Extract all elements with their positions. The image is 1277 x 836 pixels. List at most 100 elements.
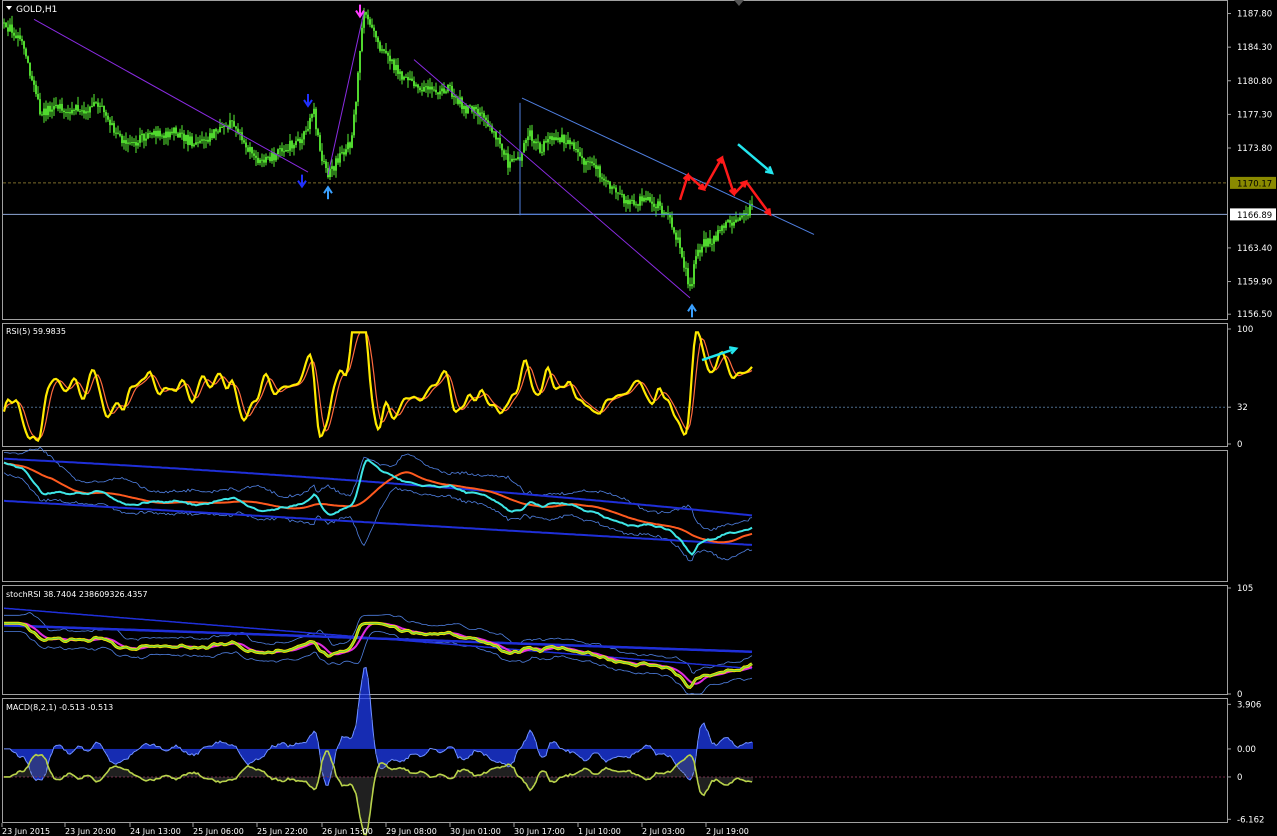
candle-body (151, 132, 153, 135)
candle-body (301, 139, 303, 144)
stochrsi-title: stochRSI 38.7404 238609326.4357 (6, 590, 148, 599)
candle-body (121, 135, 123, 144)
macd-y-label: 0 (1237, 773, 1242, 783)
candle-body (261, 159, 263, 161)
candle-body (199, 140, 201, 143)
candle-body (611, 186, 613, 189)
candle-body (645, 197, 647, 201)
candle-body (67, 112, 69, 114)
candle-body (533, 140, 535, 144)
candle-body (635, 204, 637, 206)
price-tag-label: 1166.89 (1237, 211, 1272, 221)
candle-body (163, 135, 165, 138)
candle-body (283, 151, 285, 153)
candle-body (725, 221, 727, 228)
candle-body (621, 193, 623, 195)
candle-body (629, 200, 631, 205)
candle-body (627, 200, 629, 205)
y-tick-label: 1177.30 (1237, 110, 1272, 120)
candle-body (267, 156, 269, 158)
candle-body (313, 108, 315, 115)
candle-body (565, 143, 567, 145)
candle-body (543, 141, 545, 152)
candle-body (175, 127, 177, 134)
candle-body (731, 222, 733, 226)
candle-body (323, 161, 325, 163)
candle-body (431, 86, 433, 90)
candle-body (583, 158, 585, 165)
candle-body (525, 140, 527, 144)
candle-body (357, 72, 359, 102)
x-tick-label: 25 Jun 06:00 (193, 827, 244, 836)
candle-body (269, 156, 271, 162)
candle-body (639, 196, 641, 206)
candle-body (315, 108, 317, 130)
candle-body (597, 166, 599, 169)
candle-body (93, 102, 95, 106)
candle-body (391, 59, 393, 62)
candle-body (395, 65, 397, 71)
candle-body (95, 102, 97, 104)
candle-body (481, 112, 483, 114)
candle-body (601, 177, 603, 179)
candle-body (589, 161, 591, 163)
candle-body (381, 49, 383, 51)
candle-body (49, 105, 51, 112)
candle-body (149, 132, 151, 134)
candle-body (699, 249, 701, 253)
candle-body (271, 152, 273, 162)
candle-body (279, 148, 281, 150)
candle-body (51, 109, 53, 112)
candle-body (485, 117, 487, 121)
candle-body (687, 268, 689, 285)
candle-body (713, 235, 715, 244)
candle-body (83, 110, 85, 114)
candle-body (41, 114, 43, 116)
candle-body (385, 50, 387, 53)
candle-body (465, 106, 467, 114)
candle-body (535, 141, 537, 144)
candle-body (657, 201, 659, 209)
candle-body (607, 180, 609, 182)
candle-body (703, 239, 705, 247)
candle-body (437, 92, 439, 95)
candle-body (103, 105, 105, 113)
candle-body (371, 24, 373, 28)
candle-body (189, 136, 191, 145)
stoch-y-label: 0 (1237, 690, 1242, 700)
candle-body (421, 90, 423, 92)
candle-body (539, 142, 541, 153)
price-tag-label: 1170.17 (1237, 179, 1272, 189)
candle-body (153, 130, 155, 135)
candle-body (307, 129, 309, 131)
candle-body (57, 104, 59, 109)
candle-body (573, 142, 575, 150)
candle-body (27, 56, 29, 63)
candle-body (3, 22, 5, 24)
rsi-y-label: 32 (1237, 403, 1248, 413)
candle-body (537, 141, 539, 143)
candle-body (419, 87, 421, 91)
candle-body (293, 145, 295, 149)
candle-body (123, 140, 125, 144)
candle-body (501, 143, 503, 151)
candle-body (681, 247, 683, 258)
candle-body (685, 267, 687, 269)
candle-body (59, 103, 61, 109)
candle-body (559, 137, 561, 143)
candle-body (195, 142, 197, 145)
candle-body (507, 153, 509, 168)
candle-body (61, 103, 63, 111)
candle-body (693, 264, 695, 285)
candle-body (711, 243, 713, 245)
candle-body (159, 130, 161, 137)
candle-body (91, 105, 93, 107)
x-tick-label: 25 Jun 22:00 (257, 827, 308, 836)
candle-body (461, 97, 463, 110)
candle-body (281, 148, 283, 152)
candle-body (571, 142, 573, 145)
candle-body (605, 180, 607, 182)
candle-body (165, 131, 167, 138)
candle-body (111, 123, 113, 126)
candle-body (255, 155, 257, 158)
